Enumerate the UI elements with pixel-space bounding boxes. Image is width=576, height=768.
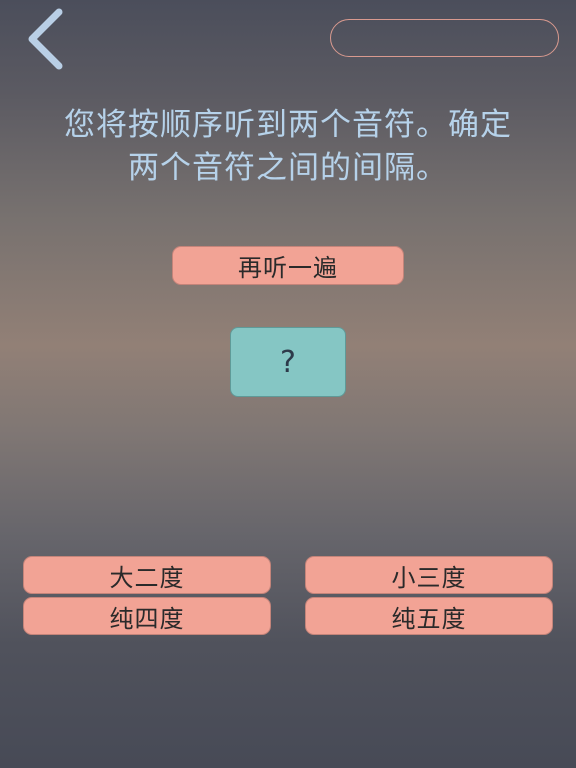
chevron-left-icon xyxy=(28,8,63,70)
answer-button-major-second[interactable]: 大二度 xyxy=(23,556,271,594)
instructions-text: 您将按顺序听到两个音符。确定 两个音符之间的间隔。 xyxy=(20,104,556,190)
back-button[interactable] xyxy=(22,8,68,70)
answer-button-perfect-fourth[interactable]: 纯四度 xyxy=(23,597,271,635)
answer-button-minor-third[interactable]: 小三度 xyxy=(305,556,553,594)
note-card: ? xyxy=(230,327,346,397)
instructions-line-1: 您将按顺序听到两个音符。确定 xyxy=(64,107,512,143)
score-display xyxy=(330,19,559,57)
instructions-line-2: 两个音符之间的间隔。 xyxy=(128,150,448,186)
replay-button[interactable]: 再听一遍 xyxy=(172,246,404,285)
answer-button-perfect-fifth[interactable]: 纯五度 xyxy=(305,597,553,635)
